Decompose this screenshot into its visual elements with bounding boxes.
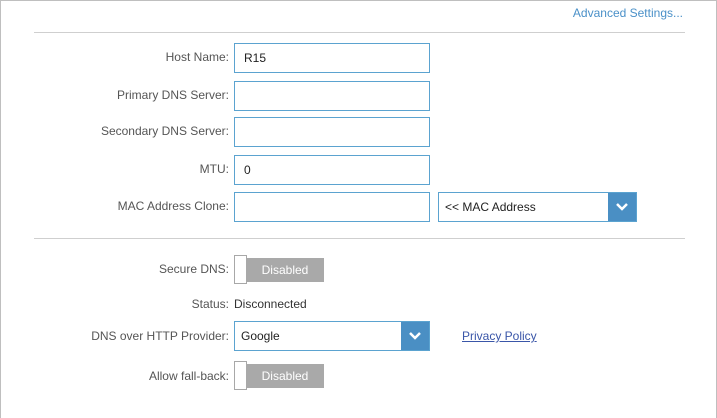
status-value: Disconnected [234,297,307,311]
mac-clone-input[interactable] [234,192,430,222]
secondary-dns-label: Secondary DNS Server: [100,124,229,138]
fallback-state: Disabled [246,364,324,388]
dns-provider-label: DNS over HTTP Provider: [91,329,229,343]
secure-dns-state: Disabled [246,258,324,282]
mtu-value: 0 [244,163,251,177]
primary-dns-label: Primary DNS Server: [116,88,229,102]
advanced-settings-link[interactable]: Advanced Settings... [573,6,683,20]
fallback-toggle[interactable]: Disabled [234,361,324,391]
chevron-down-icon[interactable] [608,193,636,221]
dns-provider-value: Google [241,329,280,343]
secondary-dns-input[interactable] [234,117,430,147]
fallback-label: Allow fall-back: [148,369,229,383]
host-name-value: R15 [244,51,267,65]
mtu-label: MTU: [199,162,229,176]
chevron-down-icon[interactable] [401,322,429,350]
section-divider-middle [34,238,685,239]
dns-provider-select[interactable]: Google [234,321,430,351]
secure-dns-label: Secure DNS: [158,262,229,276]
secure-dns-toggle[interactable]: Disabled [234,255,324,285]
settings-panel: Advanced Settings... Host Name: R15 Prim… [0,0,717,418]
mac-clone-label: MAC Address Clone: [117,199,229,213]
mac-address-select-value: << MAC Address [445,200,536,214]
mtu-input[interactable]: 0 [234,155,430,185]
top-border [1,0,717,1]
host-name-input[interactable]: R15 [234,43,430,73]
privacy-policy-link[interactable]: Privacy Policy [462,329,537,343]
section-divider-top [34,32,685,33]
host-name-label: Host Name: [165,50,229,64]
mac-address-select[interactable]: << MAC Address [438,192,637,222]
primary-dns-input[interactable] [234,81,430,111]
status-label: Status: [191,297,229,311]
